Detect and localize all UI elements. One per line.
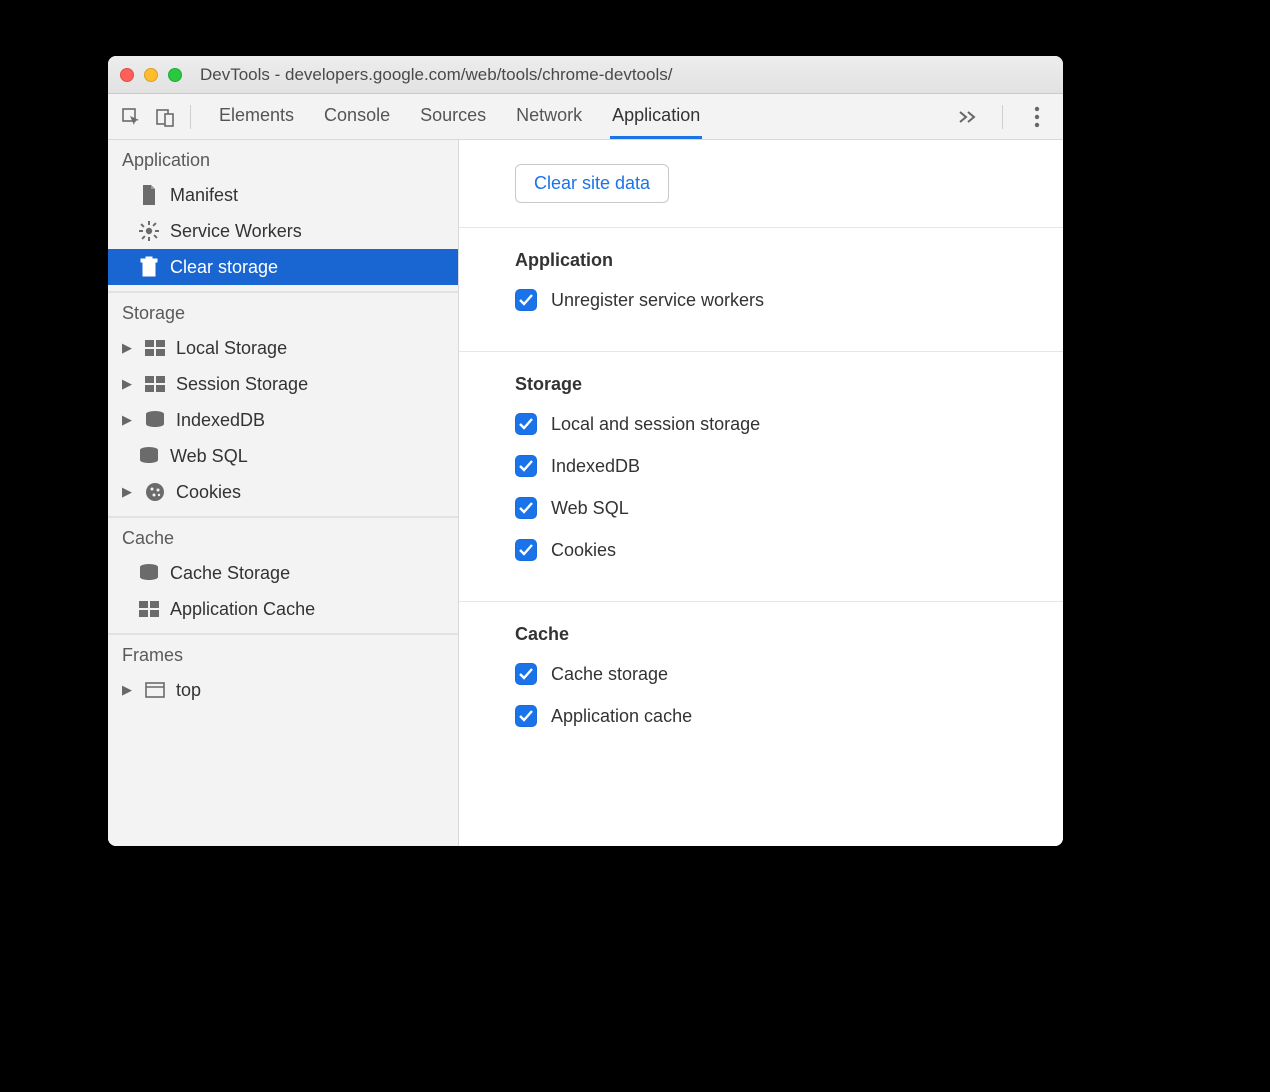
- sidebar-item-label: IndexedDB: [176, 410, 265, 431]
- sidebar-item-cookies[interactable]: ▶ Cookies: [108, 474, 458, 510]
- clear-storage-panel: Clear site data Application Unregister s…: [459, 140, 1063, 846]
- application-sidebar: Application Manifest Service Workers: [108, 140, 459, 846]
- tab-console[interactable]: Console: [322, 94, 392, 139]
- tabs-bar: Elements Console Sources Network Applica…: [108, 94, 1063, 140]
- sidebar-item-label: Session Storage: [176, 374, 308, 395]
- kebab-menu-icon[interactable]: [1023, 103, 1051, 131]
- option-cache-storage[interactable]: Cache storage: [515, 663, 1063, 685]
- sidebar-item-label: Service Workers: [170, 221, 302, 242]
- sidebar-item-cache-storage[interactable]: Cache Storage: [108, 555, 458, 591]
- frame-icon: [144, 679, 166, 701]
- sidebar-group-application: Application: [108, 140, 458, 177]
- inspect-element-icon[interactable]: [116, 101, 146, 133]
- sidebar-item-web-sql[interactable]: Web SQL: [108, 438, 458, 474]
- panel-tabs: Elements Console Sources Network Applica…: [207, 94, 702, 139]
- sidebar-item-manifest[interactable]: Manifest: [108, 177, 458, 213]
- tab-label: Console: [324, 105, 390, 126]
- option-unregister-service-workers[interactable]: Unregister service workers: [515, 289, 1063, 311]
- separator: [1002, 105, 1003, 129]
- option-label: Cache storage: [551, 664, 668, 685]
- database-icon: [138, 445, 160, 467]
- checkbox-checked-icon: [515, 455, 537, 477]
- sidebar-item-session-storage[interactable]: ▶ Session Storage: [108, 366, 458, 402]
- option-cookies[interactable]: Cookies: [515, 539, 1063, 561]
- section-cache: Cache Cache storage Application cache: [459, 601, 1063, 767]
- option-label: Local and session storage: [551, 414, 760, 435]
- checkbox-checked-icon: [515, 413, 537, 435]
- sidebar-item-clear-storage[interactable]: Clear storage: [108, 249, 458, 285]
- grid-icon: [144, 373, 166, 395]
- sidebar-item-indexeddb[interactable]: ▶ IndexedDB: [108, 402, 458, 438]
- caret-right-icon: ▶: [120, 340, 134, 356]
- grid-icon: [138, 598, 160, 620]
- caret-right-icon: ▶: [120, 484, 134, 500]
- tab-sources[interactable]: Sources: [418, 94, 488, 139]
- section-title: Storage: [515, 374, 1063, 395]
- checkbox-checked-icon: [515, 289, 537, 311]
- checkbox-checked-icon: [515, 539, 537, 561]
- caret-right-icon: ▶: [120, 412, 134, 428]
- sidebar-item-label: Application Cache: [170, 599, 315, 620]
- tab-label: Elements: [219, 105, 294, 126]
- tab-application[interactable]: Application: [610, 94, 702, 139]
- section-title: Application: [515, 250, 1063, 271]
- minimize-window-button[interactable]: [144, 68, 158, 82]
- tab-label: Application: [612, 105, 700, 126]
- window-title: DevTools - developers.google.com/web/too…: [200, 65, 1051, 85]
- option-label: Cookies: [551, 540, 616, 561]
- tabs-overflow-icon[interactable]: [954, 103, 982, 131]
- section-storage: Storage Local and session storage Indexe…: [459, 351, 1063, 601]
- sidebar-group-frames: Frames: [108, 634, 458, 672]
- tab-network[interactable]: Network: [514, 94, 584, 139]
- section-application: Application Unregister service workers: [459, 227, 1063, 351]
- tab-label: Sources: [420, 105, 486, 126]
- sidebar-item-label: Cache Storage: [170, 563, 290, 584]
- cookie-icon: [144, 481, 166, 503]
- clear-site-data-button[interactable]: Clear site data: [515, 164, 669, 203]
- titlebar: DevTools - developers.google.com/web/too…: [108, 56, 1063, 94]
- checkbox-checked-icon: [515, 663, 537, 685]
- checkbox-checked-icon: [515, 497, 537, 519]
- devtools-window: DevTools - developers.google.com/web/too…: [108, 56, 1063, 846]
- trash-icon: [138, 256, 160, 278]
- database-icon: [144, 409, 166, 431]
- sidebar-group-cache: Cache: [108, 517, 458, 555]
- option-indexeddb[interactable]: IndexedDB: [515, 455, 1063, 477]
- close-window-button[interactable]: [120, 68, 134, 82]
- checkbox-checked-icon: [515, 705, 537, 727]
- sidebar-item-local-storage[interactable]: ▶ Local Storage: [108, 330, 458, 366]
- sidebar-item-top-frame[interactable]: ▶ top: [108, 672, 458, 708]
- sidebar-item-label: Web SQL: [170, 446, 248, 467]
- option-label: Unregister service workers: [551, 290, 764, 311]
- sidebar-item-label: Clear storage: [170, 257, 278, 278]
- caret-right-icon: ▶: [120, 376, 134, 392]
- window-controls: [120, 68, 182, 82]
- sidebar-item-label: Cookies: [176, 482, 241, 503]
- option-application-cache[interactable]: Application cache: [515, 705, 1063, 727]
- tab-elements[interactable]: Elements: [217, 94, 296, 139]
- file-icon: [138, 184, 160, 206]
- sidebar-group-storage: Storage: [108, 292, 458, 330]
- caret-right-icon: ▶: [120, 682, 134, 698]
- option-web-sql[interactable]: Web SQL: [515, 497, 1063, 519]
- sidebar-item-service-workers[interactable]: Service Workers: [108, 213, 458, 249]
- maximize-window-button[interactable]: [168, 68, 182, 82]
- separator: [190, 105, 191, 129]
- option-local-session-storage[interactable]: Local and session storage: [515, 413, 1063, 435]
- device-toolbar-icon[interactable]: [150, 101, 180, 133]
- tab-label: Network: [516, 105, 582, 126]
- sidebar-item-label: top: [176, 680, 201, 701]
- section-title: Cache: [515, 624, 1063, 645]
- option-label: Application cache: [551, 706, 692, 727]
- database-icon: [138, 562, 160, 584]
- grid-icon: [144, 337, 166, 359]
- sidebar-item-application-cache[interactable]: Application Cache: [108, 591, 458, 627]
- gear-icon: [138, 220, 160, 242]
- option-label: Web SQL: [551, 498, 629, 519]
- sidebar-item-label: Local Storage: [176, 338, 287, 359]
- option-label: IndexedDB: [551, 456, 640, 477]
- sidebar-item-label: Manifest: [170, 185, 238, 206]
